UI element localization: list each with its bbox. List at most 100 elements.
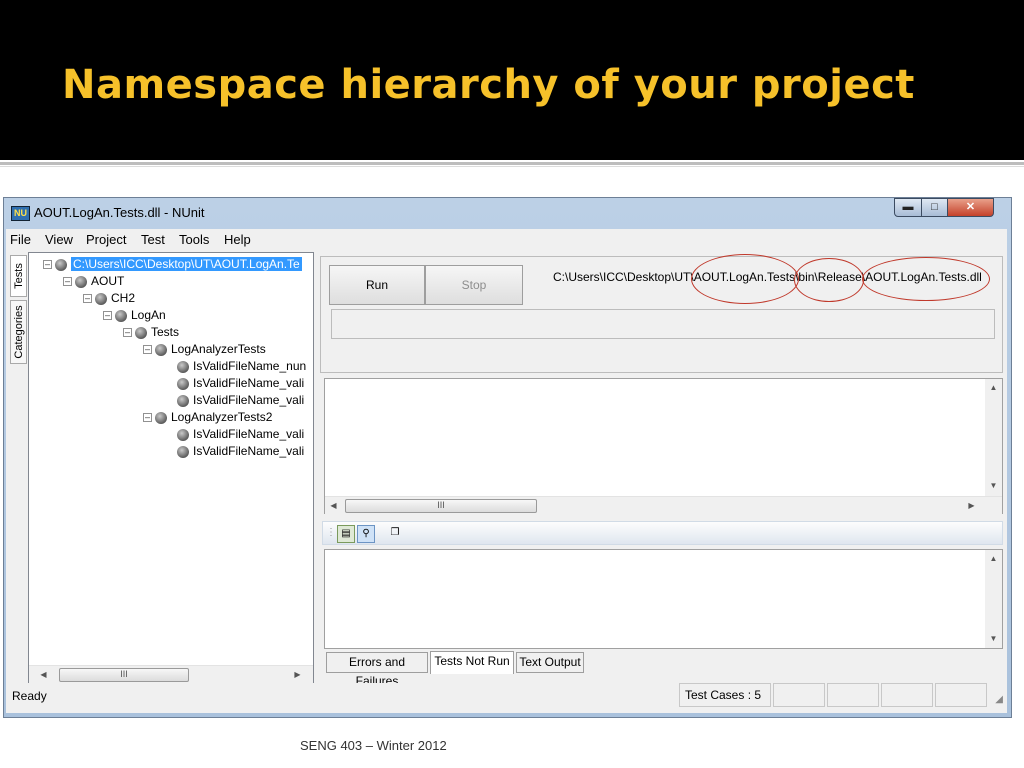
tab-errors-and-failures[interactable]: Errors and Failures	[326, 652, 428, 688]
menu-tools[interactable]: Tools	[179, 232, 209, 247]
close-button[interactable]: ✕	[947, 198, 994, 217]
tree-node-fixture1[interactable]: – LogAnalyzerTests	[143, 341, 266, 357]
test-status-icon	[155, 343, 167, 356]
slide-footer: SENG 403 – Winter 2012	[300, 738, 447, 753]
tab-categories[interactable]: Categories	[10, 300, 27, 364]
nunit-window: NU AOUT.LogAn.Tests.dll - NUnit ▬ □ ✕ Fi…	[3, 197, 1012, 718]
collapse-icon[interactable]: –	[123, 328, 132, 338]
menu-help[interactable]: Help	[224, 232, 251, 247]
scroll-right-icon[interactable]: ▶	[289, 666, 306, 683]
tree-node-root-label: C:\Users\ICC\Desktop\UT\AOUT.LogAn.Te	[71, 257, 302, 271]
results-vscrollbar[interactable]: ▲ ▼	[985, 379, 1002, 496]
tab-text-output[interactable]: Text Output	[516, 652, 584, 673]
status-text: Ready	[12, 689, 47, 703]
results-area: ▲ ▼ ◀ III ▶	[324, 378, 1003, 514]
close-icon: ✕	[965, 201, 976, 213]
side-tab-strip: Tests Categories	[8, 253, 28, 364]
test-status-icon	[177, 394, 189, 407]
menu-project[interactable]: Project	[86, 232, 126, 247]
tree-node-tests[interactable]: – Tests	[123, 324, 179, 340]
tree-node-label: Tests	[151, 325, 180, 339]
tree-node-root[interactable]: – C:\Users\ICC\Desktop\UT\AOUT.LogAn.Te	[43, 256, 302, 272]
tree-node-label: IsValidFileName_nun	[193, 359, 307, 373]
run-button[interactable]: Run	[329, 265, 425, 305]
scroll-thumb[interactable]: III	[345, 499, 537, 513]
minimize-icon: ▬	[902, 201, 914, 213]
copy-icon[interactable]: ❐	[387, 525, 403, 541]
scroll-left-icon[interactable]: ◀	[325, 497, 342, 514]
collapse-icon[interactable]: –	[143, 345, 152, 355]
tree-node-fixture2[interactable]: – LogAnalyzerTests2	[143, 409, 272, 425]
tree-node-aout[interactable]: – AOUT	[63, 273, 124, 289]
status-cell	[881, 683, 933, 707]
scroll-up-icon[interactable]: ▲	[985, 379, 1002, 396]
scroll-right-icon[interactable]: ▶	[963, 497, 980, 514]
maximize-button[interactable]: □	[921, 198, 948, 217]
tree-node-test[interactable]: IsValidFileName_nun	[177, 358, 306, 374]
magnifier-icon[interactable]: ⚲	[357, 525, 375, 543]
test-status-icon	[177, 445, 189, 458]
resize-grip-icon[interactable]: ◢	[995, 694, 1003, 705]
tree-node-label: AOUT	[91, 274, 125, 288]
progress-bar	[331, 309, 995, 339]
collapse-icon[interactable]: –	[103, 311, 112, 321]
tree-node-test[interactable]: IsValidFileName_vali	[177, 392, 304, 408]
test-status-icon	[55, 258, 67, 271]
tree-node-label: LogAn	[131, 308, 166, 322]
collapse-icon[interactable]: –	[83, 294, 92, 304]
tree-node-test[interactable]: IsValidFileName_vali	[177, 443, 304, 459]
slide-title: Namespace hierarchy of your project	[62, 62, 915, 108]
errors-vscrollbar[interactable]: ▲ ▼	[985, 550, 1002, 648]
menu-test[interactable]: Test	[141, 232, 165, 247]
display-icon[interactable]: ▤	[337, 525, 355, 543]
tree-node-ch2[interactable]: – CH2	[83, 290, 135, 306]
tab-tests-not-run[interactable]: Tests Not Run	[430, 651, 514, 674]
status-cell	[773, 683, 825, 707]
results-hscrollbar[interactable]: ◀ III ▶	[325, 496, 1002, 514]
tree-node-label: IsValidFileName_vali	[193, 393, 305, 407]
collapse-icon[interactable]: –	[143, 413, 152, 423]
tree-node-label: IsValidFileName_vali	[193, 376, 305, 390]
scroll-up-icon[interactable]: ▲	[985, 550, 1002, 567]
maximize-icon: □	[931, 201, 938, 213]
highlight-ellipse	[691, 254, 799, 304]
menu-view[interactable]: View	[45, 232, 73, 247]
tree-node-test[interactable]: IsValidFileName_vali	[177, 375, 304, 391]
tab-tests-label: Tests	[12, 263, 25, 289]
scroll-thumb[interactable]: III	[59, 668, 189, 682]
tree-hscrollbar[interactable]: ◀ III ▶	[29, 665, 313, 683]
tree-node-label: IsValidFileName_vali	[193, 444, 305, 458]
slide-header: Namespace hierarchy of your project	[0, 0, 1024, 160]
scroll-down-icon[interactable]: ▼	[985, 477, 1002, 494]
test-status-icon	[135, 326, 147, 339]
status-cell	[827, 683, 879, 707]
test-cases-count: Test Cases : 5	[679, 683, 771, 707]
status-bar: Ready Test Cases : 5 ◢	[6, 683, 1007, 713]
test-status-icon	[115, 309, 127, 322]
minimize-button[interactable]: ▬	[894, 198, 922, 217]
divider-rule	[0, 162, 1024, 165]
details-toolbar: ⋮ ▤ ⚲ ❐	[322, 521, 1003, 545]
stop-button[interactable]: Stop	[425, 265, 523, 305]
menu-file[interactable]: File	[10, 232, 31, 247]
test-status-icon	[177, 377, 189, 390]
status-cell	[935, 683, 987, 707]
test-status-icon	[177, 360, 189, 373]
window-titlebar[interactable]: NU AOUT.LogAn.Tests.dll - NUnit ▬ □ ✕	[4, 198, 1011, 229]
tree-node-label: LogAnalyzerTests2	[171, 410, 273, 424]
test-status-icon	[75, 275, 87, 288]
tab-tests[interactable]: Tests	[10, 255, 27, 297]
test-status-icon	[177, 428, 189, 441]
collapse-icon[interactable]: –	[43, 260, 52, 270]
scroll-left-icon[interactable]: ◀	[35, 666, 52, 683]
collapse-icon[interactable]: –	[63, 277, 72, 287]
scroll-down-icon[interactable]: ▼	[985, 630, 1002, 647]
test-tree: – C:\Users\ICC\Desktop\UT\AOUT.LogAn.Te –…	[28, 252, 314, 684]
test-status-icon	[155, 411, 167, 424]
highlight-ellipse	[794, 258, 864, 302]
tree-node-test[interactable]: IsValidFileName_vali	[177, 426, 304, 442]
tree-node-logan[interactable]: – LogAn	[103, 307, 166, 323]
highlight-ellipse	[862, 257, 990, 301]
divider-rule-thin	[0, 166, 1024, 167]
window-title: AOUT.LogAn.Tests.dll - NUnit	[34, 205, 205, 220]
